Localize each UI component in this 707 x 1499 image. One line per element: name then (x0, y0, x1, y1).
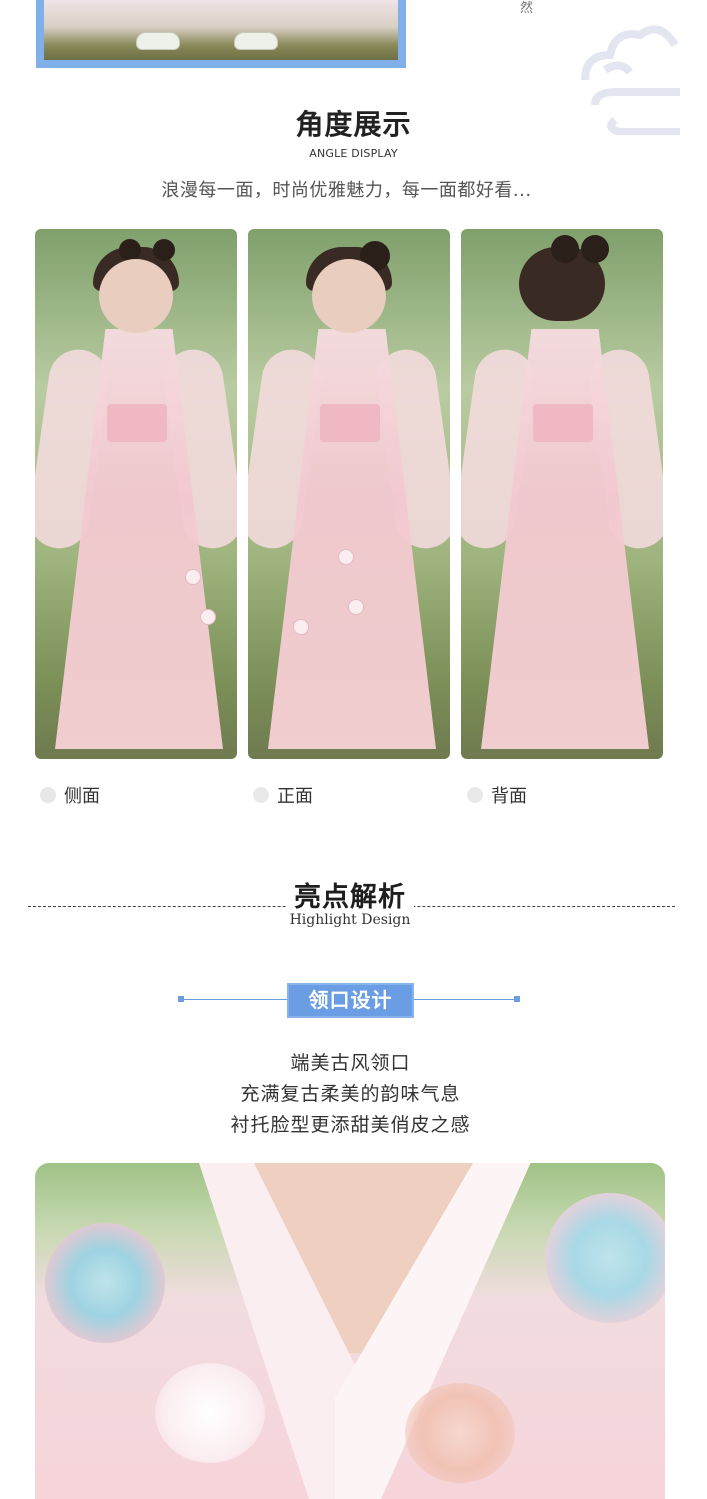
sash (107, 404, 167, 442)
highlight-section-subtitle: Highlight Design (289, 912, 411, 928)
embroidery (185, 569, 201, 585)
face (99, 259, 173, 333)
embroidery (200, 609, 216, 625)
shoe-left (136, 32, 180, 50)
hair-bun (551, 235, 579, 263)
embroidered-leaf (405, 1383, 515, 1483)
embroidery (338, 549, 354, 565)
embroidery (348, 599, 364, 615)
bullet-dot-icon (467, 787, 483, 803)
collar-closeup-photo (35, 1163, 665, 1499)
top-glyph-text: 然 (520, 1, 534, 16)
view-label-text: 背面 (491, 786, 527, 807)
view-label-front: 正面 (253, 782, 313, 808)
embroidery (293, 619, 309, 635)
line-end-square (514, 996, 520, 1002)
hair-bun (153, 239, 175, 261)
sash (533, 404, 593, 442)
badge-line-right (414, 999, 518, 1000)
photo-content (44, 0, 398, 60)
front-view-photo (248, 229, 450, 759)
badge-line-left (182, 999, 287, 1000)
hair-bun (119, 239, 141, 261)
hair-bun (581, 235, 609, 263)
collar-design-badge: 领口设计 (287, 983, 414, 1018)
description-line: 衬托脸型更添甜美俏皮之感 (230, 1114, 471, 1136)
angle-section-subtitle: ANGLE DISPLAY (309, 147, 398, 160)
description-line: 端美古风领口 (290, 1052, 411, 1074)
view-label-text: 侧面 (64, 786, 100, 807)
shoulder-flower-right (545, 1193, 665, 1323)
highlight-section-title: 亮点解析 (294, 882, 406, 913)
sash (320, 404, 380, 442)
view-label-text: 正面 (277, 786, 313, 807)
view-label-back: 背面 (467, 782, 527, 808)
shoulder-flower-left (45, 1223, 165, 1343)
embroidered-flower (155, 1363, 265, 1463)
bullet-dot-icon (40, 787, 56, 803)
face (312, 259, 386, 333)
angle-section-title: 角度展示 (295, 108, 412, 141)
side-view-photo (35, 229, 237, 759)
shoe-right (234, 32, 278, 50)
previous-product-photo (36, 0, 406, 68)
back-view-photo (461, 229, 663, 759)
angle-section-tagline: 浪漫每一面，时尚优雅魅力，每一面都好看... (161, 180, 532, 201)
bullet-dot-icon (253, 787, 269, 803)
view-label-side: 侧面 (40, 782, 100, 808)
description-line: 充满复古柔美的韵味气息 (240, 1083, 461, 1105)
